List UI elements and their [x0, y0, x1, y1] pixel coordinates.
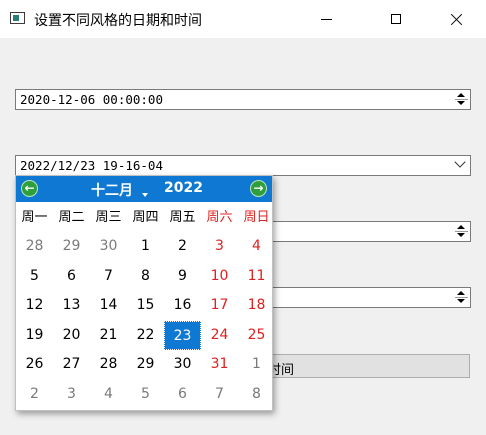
calendar-day[interactable]: 31 [201, 350, 238, 379]
calendar-day[interactable]: 26 [16, 350, 53, 379]
close-button[interactable] [433, 0, 479, 38]
chevron-down-icon[interactable] [454, 156, 466, 168]
calendar-day[interactable]: 5 [127, 380, 164, 409]
calendar-day[interactable]: 30 [90, 232, 127, 261]
next-month-icon[interactable]: → [250, 180, 267, 197]
calendar-header: ← 十二月 2022 → [16, 176, 272, 202]
month-dropdown-icon[interactable] [142, 193, 148, 197]
prev-month-icon[interactable]: ← [21, 180, 38, 197]
calendar-day[interactable]: 18 [238, 291, 275, 320]
calendar-day[interactable]: 6 [53, 262, 90, 291]
spin-down-icon[interactable] [457, 101, 465, 105]
weekday-header: 周一 [21, 210, 48, 225]
calendar-day[interactable]: 25 [238, 321, 275, 350]
calendar-day[interactable]: 10 [201, 262, 238, 291]
spin-up-icon[interactable] [457, 93, 465, 97]
maximize-button[interactable] [373, 0, 419, 38]
weekday-header: 周二 [58, 210, 85, 225]
calendar-day[interactable]: 21 [90, 321, 127, 350]
datetime-edit-1[interactable]: 2020-12-06 00:00:00 [15, 89, 471, 110]
close-icon [450, 13, 463, 26]
calendar-day[interactable]: 13 [53, 291, 90, 320]
spin-down-icon[interactable] [457, 233, 465, 237]
weekday-header: 周六 [206, 210, 233, 225]
calendar-day[interactable]: 8 [127, 262, 164, 291]
calendar-day[interactable]: 7 [201, 380, 238, 409]
spinner[interactable] [455, 290, 468, 304]
datetime-edit-2-value: 2022/12/23 19-16-04 [20, 158, 163, 173]
calendar-day[interactable]: 27 [53, 350, 90, 379]
spin-down-icon[interactable] [457, 299, 465, 303]
window-title: 设置不同风格的日期和时间 [34, 13, 202, 29]
calendar-day[interactable]: 1 [238, 350, 275, 379]
calendar-day[interactable]: 14 [90, 291, 127, 320]
datetime-edit-1-value: 2020-12-06 00:00:00 [20, 92, 163, 107]
datetime-edit-2[interactable]: 2022/12/23 19-16-04 [15, 155, 471, 176]
calendar-day[interactable]: 23 [164, 321, 201, 350]
calendar-day[interactable]: 29 [53, 232, 90, 261]
calendar-day[interactable]: 20 [53, 321, 90, 350]
calendar-day[interactable]: 3 [201, 232, 238, 261]
calendar-day[interactable]: 6 [164, 380, 201, 409]
calendar-day[interactable]: 3 [53, 380, 90, 409]
spinner[interactable] [455, 224, 468, 238]
calendar-day[interactable]: 28 [16, 232, 53, 261]
calendar-day[interactable]: 24 [201, 321, 238, 350]
app-icon [10, 12, 25, 24]
calendar-day[interactable]: 29 [127, 350, 164, 379]
calendar-day[interactable]: 19 [16, 321, 53, 350]
title-bar: 设置不同风格的日期和时间 [0, 0, 486, 38]
calendar-day[interactable]: 22 [127, 321, 164, 350]
calendar-day[interactable]: 30 [164, 350, 201, 379]
month-selector[interactable]: 十二月 [91, 180, 133, 200]
weekday-header: 周三 [95, 210, 122, 225]
calendar-day[interactable]: 28 [90, 350, 127, 379]
calendar-day[interactable]: 8 [238, 380, 275, 409]
calendar-day[interactable]: 7 [90, 262, 127, 291]
weekday-header: 周四 [132, 210, 159, 225]
calendar-day[interactable]: 17 [201, 291, 238, 320]
calendar-day[interactable]: 5 [16, 262, 53, 291]
minimize-icon [320, 18, 332, 20]
calendar-day[interactable]: 15 [127, 291, 164, 320]
calendar-day[interactable]: 12 [16, 291, 53, 320]
calendar-day[interactable]: 16 [164, 291, 201, 320]
calendar-day[interactable]: 11 [238, 262, 275, 291]
spin-up-icon[interactable] [457, 291, 465, 295]
spinner[interactable] [455, 92, 468, 106]
calendar-day[interactable]: 1 [127, 232, 164, 261]
spin-up-icon[interactable] [457, 225, 465, 229]
weekday-header: 周日 [243, 210, 270, 225]
maximize-icon [391, 14, 401, 24]
minimize-button[interactable] [303, 0, 349, 38]
calendar-day[interactable]: 4 [238, 232, 275, 261]
calendar-day[interactable]: 9 [164, 262, 201, 291]
calendar-day[interactable]: 2 [164, 232, 201, 261]
year-selector[interactable]: 2022 [164, 180, 203, 196]
weekday-header: 周五 [169, 210, 196, 225]
calendar-popup: ← 十二月 2022 → 周一 周二 周三 周四 周五 周六 周日 28 29 30… [15, 175, 273, 411]
calendar-day[interactable]: 4 [90, 380, 127, 409]
calendar-day[interactable]: 2 [16, 380, 53, 409]
